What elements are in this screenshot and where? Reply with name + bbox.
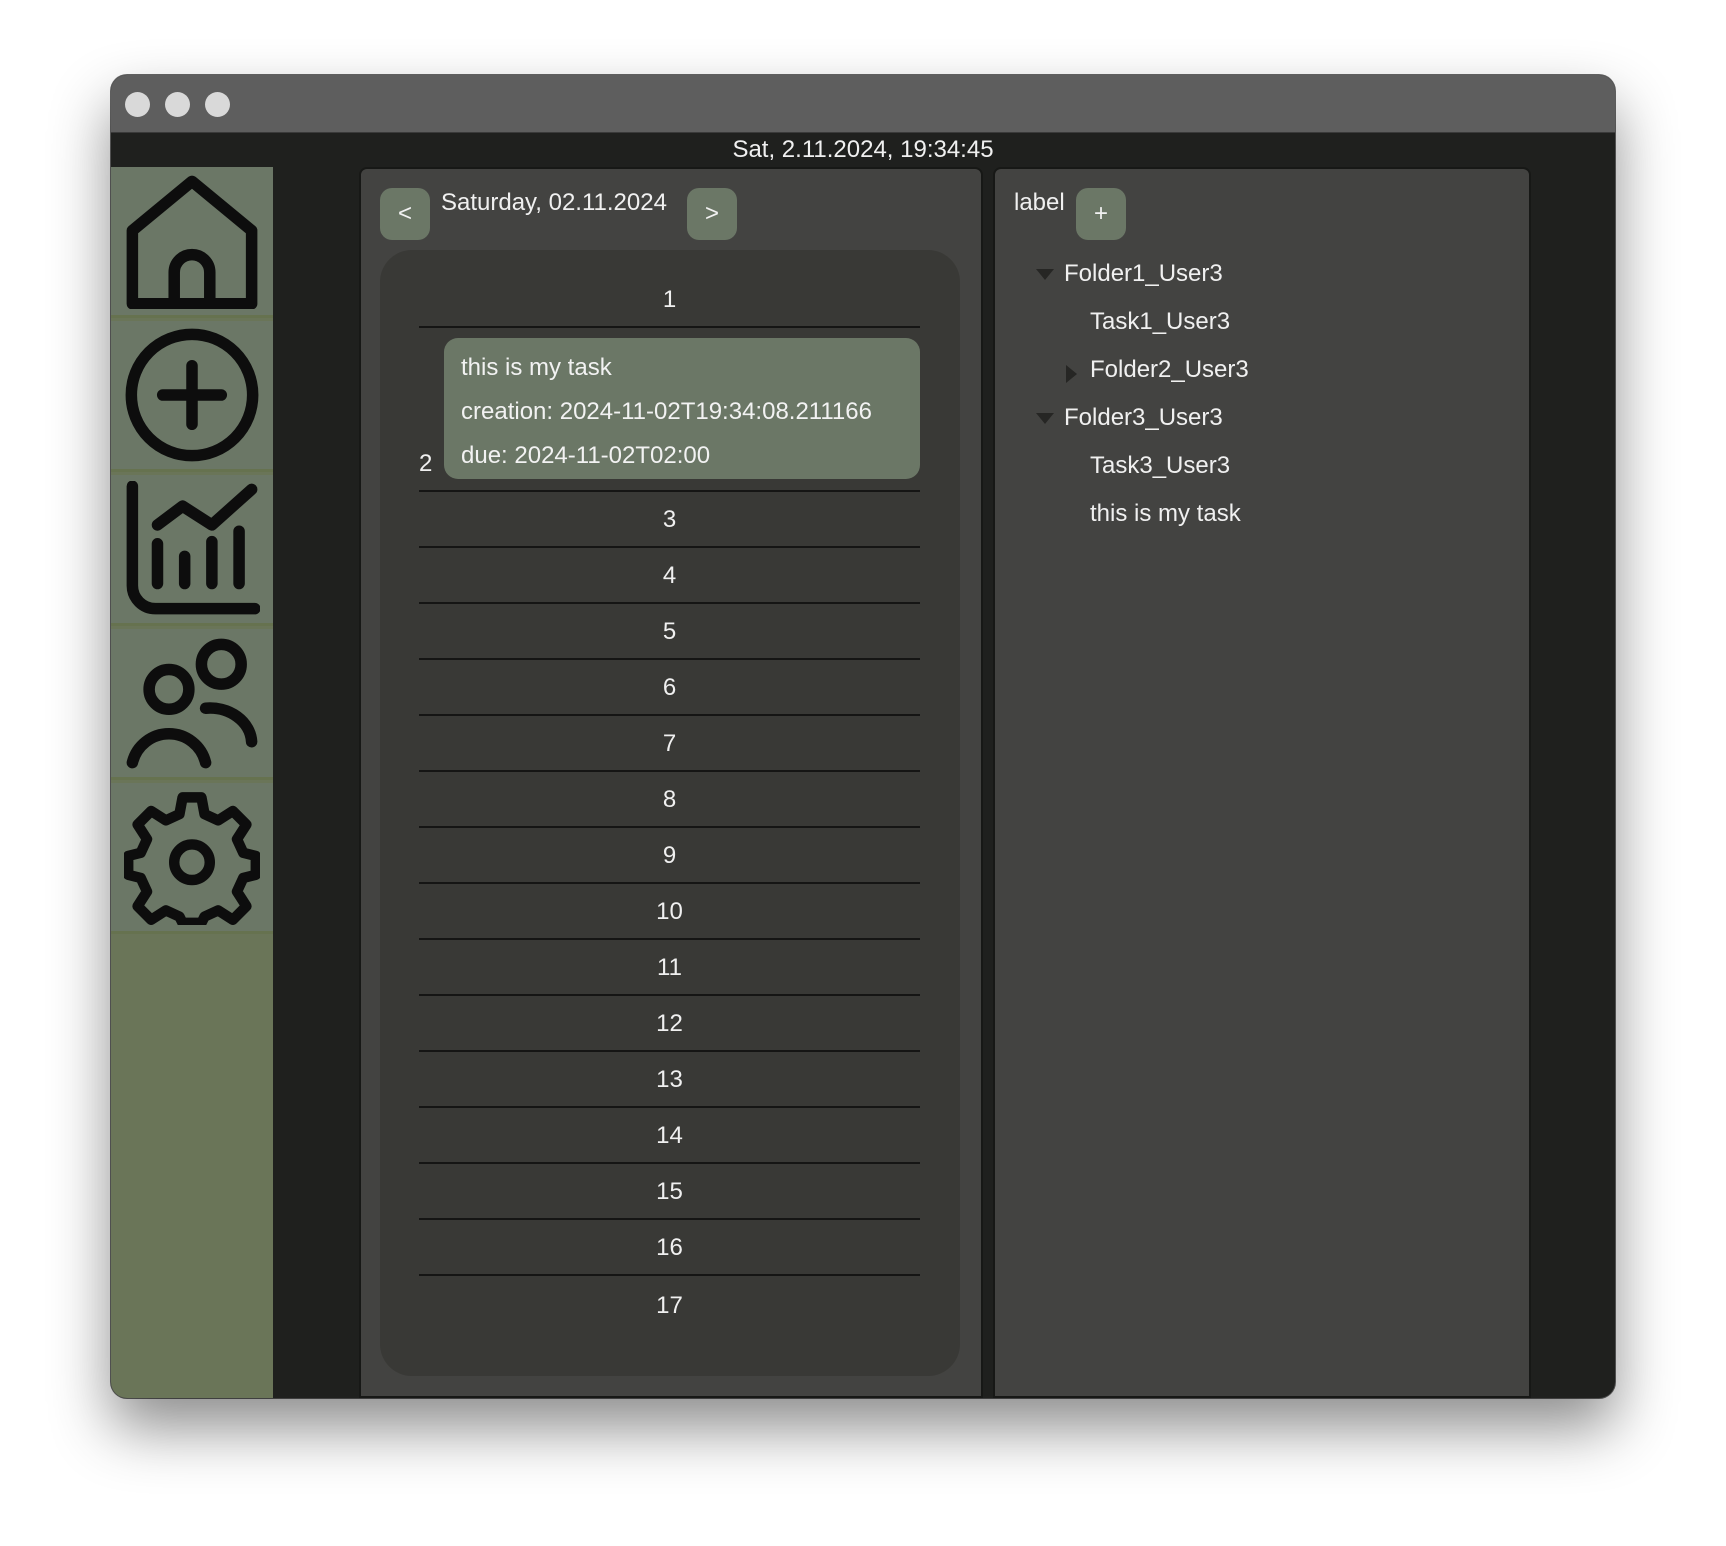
maximize-window-button[interactable] [205,92,230,117]
tree-item-my-task[interactable]: this is my task [1090,492,1241,536]
next-day-button[interactable]: > [687,188,737,240]
hour-row[interactable]: 6 [419,660,920,716]
close-window-button[interactable] [125,92,150,117]
collapse-arrow-icon[interactable] [1066,365,1077,383]
expand-arrow-icon[interactable] [1036,413,1054,424]
sidebar-item-users[interactable] [111,629,273,780]
hour-row[interactable]: 10 [419,884,920,940]
previous-day-button[interactable]: < [380,188,430,240]
plus-circle-icon [125,328,259,462]
task-due: due: 2024-11-02T02:00 [461,442,711,469]
hour-row[interactable]: 17 [419,1276,920,1332]
sidebar [111,167,273,1398]
sidebar-item-settings[interactable] [111,783,273,934]
hour-label: 2 [419,450,433,477]
tree-item-task1[interactable]: Task1_User3 [1090,300,1230,344]
home-icon [126,175,258,309]
hour-row[interactable]: 5 [419,604,920,660]
sidebar-item-statistics[interactable] [111,475,273,626]
tree-item-folder3[interactable]: Folder3_User3 [1064,396,1223,440]
tree-panel: label + Folder1_User3 Task1_User3 Folder… [993,167,1531,1398]
minimize-window-button[interactable] [165,92,190,117]
hour-row[interactable]: 7 [419,716,920,772]
add-item-button[interactable]: + [1076,188,1126,240]
expand-arrow-icon[interactable] [1036,269,1054,280]
hour-row[interactable]: 3 [419,492,920,548]
hour-row[interactable]: 11 [419,940,920,996]
hour-row[interactable]: 13 [419,1052,920,1108]
sidebar-item-add[interactable] [111,321,273,472]
hour-row[interactable]: 15 [419,1164,920,1220]
chart-icon [126,481,260,615]
tree-item-folder1[interactable]: Folder1_User3 [1064,252,1223,296]
day-view-panel: < Saturday, 02.11.2024 > 1 2 this is my … [359,167,983,1398]
task-creation: creation: 2024-11-02T19:34:08.211166 [461,398,872,425]
task-title: this is my task [461,354,612,381]
hour-row[interactable]: 14 [419,1108,920,1164]
tree-item-task3[interactable]: Task3_User3 [1090,444,1230,488]
hour-list[interactable]: 1 2 this is my task creation: 2024-11-02… [380,250,960,1376]
date-label: Saturday, 02.11.2024 [441,189,667,216]
clock-display: Sat, 2.11.2024, 19:34:45 [732,136,994,163]
hour-row[interactable]: 16 [419,1220,920,1276]
hour-row[interactable]: 9 [419,828,920,884]
hour-row[interactable]: 1 [419,270,920,328]
sidebar-item-home[interactable] [111,167,273,318]
hour-row[interactable]: 4 [419,548,920,604]
hour-row[interactable]: 8 [419,772,920,828]
tree-item-folder2[interactable]: Folder2_User3 [1090,348,1249,392]
hour-row[interactable]: 2 this is my task creation: 2024-11-02T1… [419,328,920,492]
title-bar [111,75,1615,133]
task-card[interactable]: this is my task creation: 2024-11-02T19:… [444,338,920,479]
users-icon [126,638,258,769]
tree-label: label [1014,189,1065,216]
hour-row[interactable]: 12 [419,996,920,1052]
gear-icon [124,792,260,925]
app-window: Sat, 2.11.2024, 19:34:45 < Saturday, 02.… [111,75,1615,1398]
